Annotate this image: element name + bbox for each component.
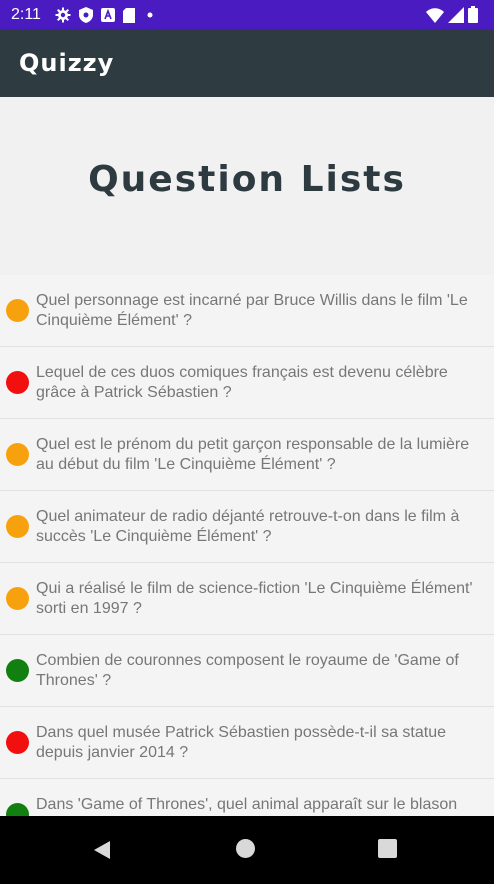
list-item[interactable]: Quel animateur de radio déjanté retrouve…: [0, 491, 494, 563]
back-icon[interactable]: [93, 840, 111, 860]
header-area: Question Lists: [0, 97, 494, 275]
difficulty-dot: [6, 659, 29, 682]
difficulty-dot: [6, 371, 29, 394]
gear-icon: [55, 7, 71, 23]
question-text: Quel est le prénom du petit garçon respo…: [36, 436, 470, 473]
difficulty-dot: [6, 803, 29, 816]
signal-icon: [448, 6, 464, 23]
question-text: Lequel de ces duos comiques français est…: [36, 364, 448, 401]
status-icons-left: [55, 7, 157, 23]
difficulty-dot: [6, 443, 29, 466]
home-icon[interactable]: [236, 839, 255, 858]
app-bar: Quizzy: [0, 30, 494, 97]
list-item[interactable]: Dans 'Game of Thrones', quel animal appa…: [0, 779, 494, 816]
question-text: Dans 'Game of Thrones', quel animal appa…: [36, 796, 458, 813]
list-item[interactable]: Qui a réalisé le film de science-fiction…: [0, 563, 494, 635]
battery-icon: [468, 6, 478, 23]
question-text: Combien de couronnes composent le royaum…: [36, 652, 459, 689]
difficulty-dot: [6, 731, 29, 754]
list-item[interactable]: Lequel de ces duos comiques français est…: [0, 347, 494, 419]
list-item[interactable]: Combien de couronnes composent le royaum…: [0, 635, 494, 707]
status-icons-right: [426, 6, 478, 23]
list-item[interactable]: Dans quel musée Patrick Sébastien possèd…: [0, 707, 494, 779]
shield-icon: [79, 7, 93, 23]
dot-icon: [147, 12, 153, 18]
status-bar: 2:11: [0, 0, 494, 30]
page-title: Question Lists: [88, 159, 406, 200]
main-content: Question Lists Quel personnage est incar…: [0, 97, 494, 816]
status-time: 2:11: [11, 6, 41, 23]
list-item[interactable]: Quel est le prénom du petit garçon respo…: [0, 419, 494, 491]
difficulty-dot: [6, 515, 29, 538]
wifi-icon: [426, 7, 444, 23]
a-badge-icon: [101, 8, 115, 22]
question-text: Dans quel musée Patrick Sébastien possèd…: [36, 724, 446, 761]
difficulty-dot: [6, 587, 29, 610]
phone-screen: 2:11 Quizzy Question Lists Quel personna…: [0, 0, 494, 884]
question-list[interactable]: Quel personnage est incarné par Bruce Wi…: [0, 275, 494, 816]
list-item[interactable]: Quel personnage est incarné par Bruce Wi…: [0, 275, 494, 347]
sd-card-icon: [123, 7, 135, 23]
question-text: Qui a réalisé le film de science-fiction…: [36, 580, 473, 617]
recents-icon[interactable]: [378, 839, 397, 858]
navigation-bar: [0, 816, 494, 884]
app-title: Quizzy: [19, 49, 115, 77]
difficulty-dot: [6, 299, 29, 322]
question-text: Quel personnage est incarné par Bruce Wi…: [36, 292, 468, 329]
question-text: Quel animateur de radio déjanté retrouve…: [36, 508, 460, 545]
